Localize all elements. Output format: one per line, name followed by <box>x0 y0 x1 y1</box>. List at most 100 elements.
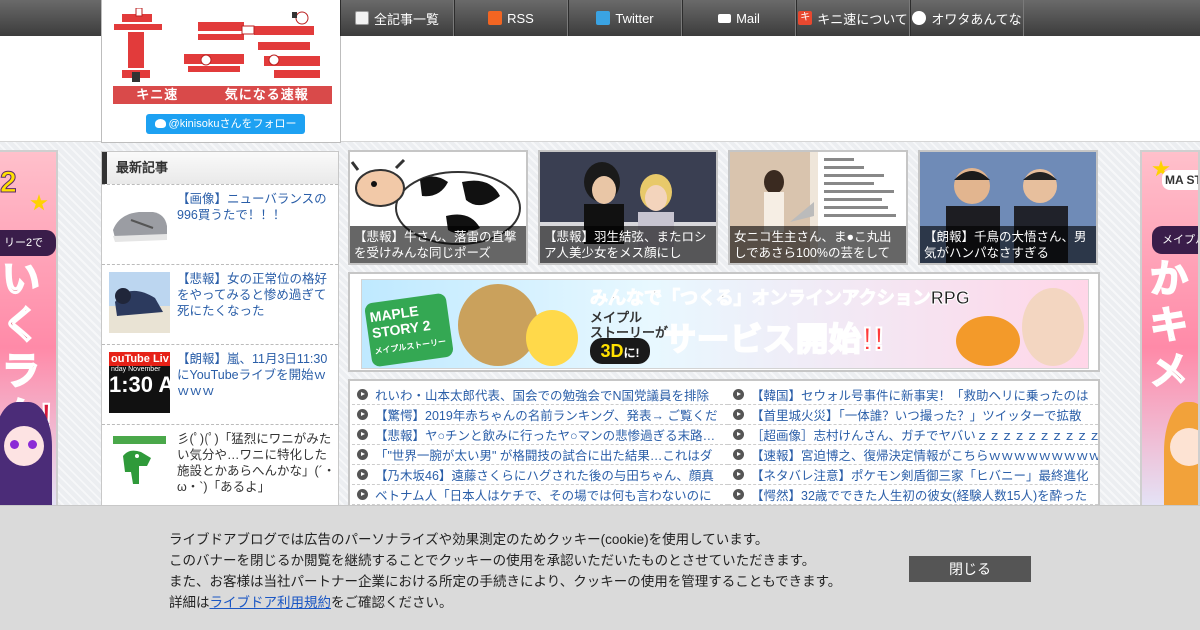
article-title[interactable]: 【画像】ニューバランスの996買うたで！！！ <box>177 191 337 223</box>
right-ad-headline: かキメ <box>1149 258 1189 394</box>
list-item[interactable]: ouTube Liv nday November 1:30 A 【朗報】嵐、11… <box>102 344 338 424</box>
antenna-row[interactable]: 「"世界一腕が太い男" が格闘技の試合に出た結果…これはダ <box>352 445 728 465</box>
banner-mushroom-character <box>956 316 1020 366</box>
cookie-close-button[interactable]: 閉じる <box>909 556 1031 582</box>
maplestory-banner-ad[interactable]: MAPLE STORY 2 メイプルストーリー みんなで「つくる」オンラインアクシ… <box>361 279 1089 369</box>
antenna-row[interactable]: 【首里城火災】「一体誰？いつ撮った？」ツイッターで拡散 <box>728 405 1098 425</box>
banner-logo-subtext: メイプルストーリー <box>374 337 447 356</box>
antenna-row[interactable]: 【悲報】ヤ○チンと飲みに行ったヤ○マンの悲惨過ぎる末路… <box>352 425 728 445</box>
nav-item-rss[interactable]: RSS <box>454 0 568 36</box>
antenna-link[interactable]: 「"世界一腕が太い男" が格闘技の試合に出た結果…これはダ <box>375 445 712 464</box>
nav-item-all-articles[interactable]: 全記事一覧 <box>340 0 454 36</box>
featured-article[interactable]: 【悲報】羽生結弦、またロシア人美少女をメス顔にし <box>538 150 718 265</box>
banner-3d-badge: 3Dに! <box>590 338 650 364</box>
right-side-ad[interactable]: MA ST メイプル かキメ <box>1140 150 1200 510</box>
banner-duck-character <box>526 310 578 366</box>
main-nav: 全記事一覧 RSS Twitter Mail キキニ速について オワタあんてな <box>340 0 1024 36</box>
banner-game-logo: MAPLE STORY 2 メイプルストーリー <box>363 292 455 368</box>
antenna-row[interactable]: 【乃木坂46】遠藤さくらにハグされた後の与田ちゃん、顔真 <box>352 465 728 485</box>
article-title[interactable]: 【朗報】嵐、11月3日11:30にYouTubeライブを開始ｗｗｗｗ <box>177 351 337 399</box>
play-arrow-icon <box>733 449 744 460</box>
recent-articles-panel: 最新記事 【画像】ニューバランスの996買うたで！！！ 【悲報】女の正常位の格好… <box>101 151 339 511</box>
banner-character-right <box>1022 288 1084 366</box>
article-title[interactable]: 【悲報】女の正常位の格好をやってみると惨め過ぎて死にたくなった <box>177 271 337 319</box>
featured-article[interactable]: 女ニコ生主さん、ま●こ丸出しであさら100%の芸をして <box>728 150 908 265</box>
nav-label: Mail <box>736 10 760 26</box>
antenna-row[interactable]: ［超画像］志村けんさん、ガチでヤバいｚｚｚｚｚｚｚｚｚｚｚｚｚｚｚｚｚ <box>728 425 1098 445</box>
article-thumbnail[interactable] <box>109 272 170 333</box>
play-arrow-icon <box>733 389 744 400</box>
list-item[interactable]: 彡(ﾟ)(ﾟ)「猛烈にワニがみたい気分や…ワニに特化した施設とかあらへんかな」(… <box>102 424 338 504</box>
banner-logo-text: MAPLE STORY 2 <box>368 302 432 342</box>
thumbnail-text: ouTube Liv <box>109 352 170 366</box>
antenna-row[interactable]: れいわ・山本太郎代表、国会での勉強会でN国党議員を排除 <box>352 385 728 405</box>
play-arrow-icon <box>357 489 368 500</box>
antenna-row[interactable]: 【ネタバレ注意】ポケモン剣盾御三家「ヒバニー」最終進化 <box>728 465 1098 485</box>
antenna-row[interactable]: ベトナム人「日本人はケチで、その場では何も言わないのに <box>352 485 728 505</box>
play-arrow-icon <box>357 449 368 460</box>
antenna-link[interactable]: ［超画像］志村けんさん、ガチでヤバいｚｚｚｚｚｚｚｚｚｚｚｚｚｚｚｚｚ <box>751 425 1098 444</box>
featured-article[interactable]: 【悲報】牛さん、落雷の直撃を受けみんな同じポーズ <box>348 150 528 265</box>
article-thumbnail[interactable]: ouTube Liv nday November 1:30 A <box>109 352 170 413</box>
play-arrow-icon <box>733 489 744 500</box>
antenna-link[interactable]: 【ネタバレ注意】ポケモン剣盾御三家「ヒバニー」最終進化 <box>751 465 1089 484</box>
play-arrow-icon <box>733 409 744 420</box>
recent-articles-heading: 最新記事 <box>102 152 338 184</box>
twitter-bird-icon <box>154 119 166 128</box>
banner-subtitle-line: メイプル <box>590 310 643 325</box>
left-ad-number: 2 <box>0 166 17 200</box>
banner-badge-suffix: に! <box>623 346 640 360</box>
nav-label: 全記事一覧 <box>373 11 439 27</box>
left-ad-ribbon: リー2で <box>0 230 56 256</box>
list-item[interactable]: 【悲報】女の正常位の格好をやってみると惨め過ぎて死にたくなった <box>102 264 338 344</box>
nav-item-about[interactable]: キキニ速について <box>796 0 910 36</box>
logo-subtitle: 気になる速報 <box>224 87 309 102</box>
play-arrow-icon <box>357 409 368 420</box>
article-thumbnail[interactable] <box>109 432 170 493</box>
antenna-link[interactable]: 【乃木坂46】遠藤さくらにハグされた後の与田ちゃん、顔真 <box>375 465 714 484</box>
antenna-link[interactable]: 【韓国】セウォル号事件に新事実！「救助ヘリに乗ったのは <box>751 385 1089 404</box>
cookie-text-suffix: をご確認ください。 <box>331 595 453 610</box>
right-ad-logo: MA ST <box>1162 170 1198 190</box>
antenna-row[interactable]: 【速報】宮迫博之、復帰決定情報がこちらｗｗｗｗｗｗｗｗｗ <box>728 445 1098 465</box>
twitter-icon <box>596 11 611 25</box>
twitter-follow-button[interactable]: @kinisokuさんをフォロー <box>146 114 305 134</box>
logo-name: キニ速 <box>136 87 179 102</box>
star-icon <box>30 194 48 211</box>
antenna-link[interactable]: 【驚愕】2019年赤ちゃんの名前ランキング、発表→ ご覧くだ <box>375 405 718 424</box>
rss-icon <box>488 11 503 25</box>
antenna-link[interactable]: 【速報】宮迫博之、復帰決定情報がこちらｗｗｗｗｗｗｗｗｗ <box>751 445 1098 464</box>
list-item[interactable]: 【画像】ニューバランスの996買うたで！！！ <box>102 184 338 264</box>
banner-character-left <box>458 284 538 366</box>
banner-tagline: みんなで「つくる」オンラインアクションRPG <box>590 288 971 309</box>
banner-badge-text: 3D <box>600 341 624 361</box>
play-arrow-icon <box>733 429 744 440</box>
site-logo-box[interactable]: キニ速 気になる速報 @kinisokuさんをフォロー <box>101 0 341 143</box>
right-ad-ribbon: メイプル <box>1152 226 1198 254</box>
antenna-link[interactable]: れいわ・山本太郎代表、国会での勉強会でN国党議員を排除 <box>375 385 709 404</box>
play-arrow-icon <box>733 469 744 480</box>
featured-caption: 【悲報】羽生結弦、またロシア人美少女をメス顔にし <box>540 226 716 263</box>
play-arrow-icon <box>357 469 368 480</box>
nav-item-twitter[interactable]: Twitter <box>568 0 682 36</box>
nav-label: オワタあんてな <box>931 11 1022 27</box>
antenna-link[interactable]: 【悲報】ヤ○チンと飲みに行ったヤ○マンの悲惨過ぎる末路… <box>375 425 715 444</box>
thumbnail-time: 1:30 A <box>109 372 170 397</box>
featured-article[interactable]: 【朗報】千鳥の大悟さん、男気がハンパなさすぎる <box>918 150 1098 265</box>
article-title[interactable]: 彡(ﾟ)(ﾟ)「猛烈にワニがみたい気分や…ワニに特化した施設とかあらへんかな」(… <box>177 431 337 495</box>
cookie-text-line: ライブドアブログでは広告のパーソナライズや効果測定のためクッキー(cookie)… <box>169 532 769 547</box>
antenna-link-list: れいわ・山本太郎代表、国会での勉強会でN国党議員を排除 【韓国】セウォル号事件に新… <box>348 379 1100 509</box>
antenna-link[interactable]: 【愕然】32歳でできた人生初の彼女(経験人数15人)を酔った <box>751 485 1087 504</box>
nav-item-mail[interactable]: Mail <box>682 0 796 36</box>
banner-ad-container: MAPLE STORY 2 メイプルストーリー みんなで「つくる」オンラインアクシ… <box>348 272 1100 372</box>
nav-item-owata-antenna[interactable]: オワタあんてな <box>910 0 1024 36</box>
left-side-ad[interactable]: 2 リー2で いくラク! <box>0 150 58 510</box>
antenna-link[interactable]: 【首里城火災】「一体誰？いつ撮った？」ツイッターで拡散 <box>751 405 1082 424</box>
antenna-row[interactable]: 【驚愕】2019年赤ちゃんの名前ランキング、発表→ ご覧くだ <box>352 405 728 425</box>
antenna-row[interactable]: 【韓国】セウォル号事件に新事実！「救助ヘリに乗ったのは <box>728 385 1098 405</box>
antenna-link[interactable]: ベトナム人「日本人はケチで、その場では何も言わないのに <box>375 485 712 504</box>
nav-label: Twitter <box>615 10 654 26</box>
article-thumbnail[interactable] <box>109 192 170 253</box>
livedoor-terms-link[interactable]: ライブドア利用規約 <box>210 595 332 610</box>
antenna-row[interactable]: 【愕然】32歳でできた人生初の彼女(経験人数15人)を酔った <box>728 485 1098 505</box>
